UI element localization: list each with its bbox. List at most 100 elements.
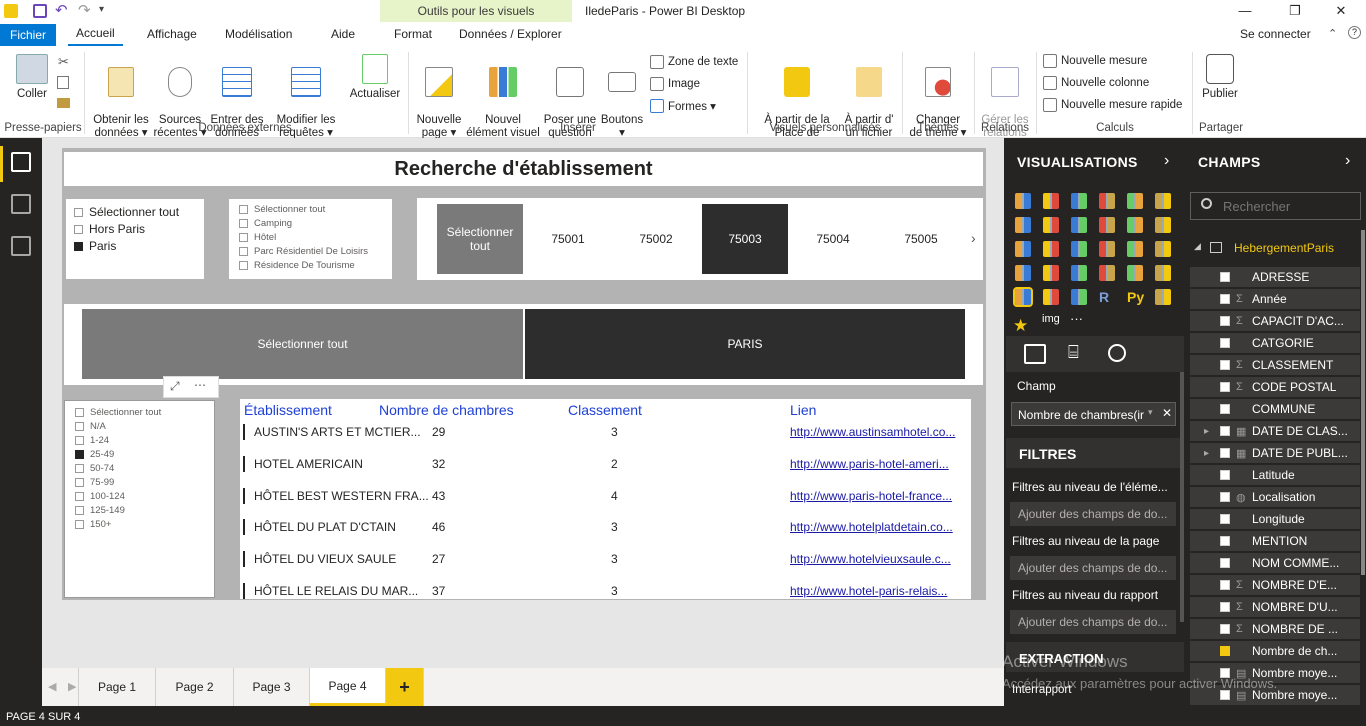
- slicer-option[interactable]: 75-99: [75, 476, 204, 490]
- checkbox[interactable]: [1220, 294, 1230, 304]
- field-item[interactable]: MENTION: [1190, 531, 1360, 551]
- table-name[interactable]: HebergementParis: [1234, 241, 1334, 255]
- format-painter-icon[interactable]: [57, 98, 70, 108]
- column-header[interactable]: Lien: [790, 402, 816, 418]
- field-item[interactable]: Σ NOMBRE D'U...: [1190, 597, 1360, 617]
- checkbox[interactable]: [1220, 514, 1230, 524]
- postal-tile-select-all[interactable]: Sélectionner tout: [437, 204, 523, 274]
- gauge-icon[interactable]: [1071, 265, 1087, 281]
- slicer-option[interactable]: Sélectionner tout: [74, 204, 196, 221]
- redo-icon[interactable]: ↷: [78, 1, 91, 19]
- shapes-button[interactable]: Formes ▾: [650, 99, 716, 113]
- field-item[interactable]: Σ CLASSEMENT: [1190, 355, 1360, 375]
- column-header[interactable]: Classement: [568, 402, 642, 418]
- page-tab[interactable]: Page 3: [234, 668, 310, 706]
- scatter-icon[interactable]: [1043, 241, 1059, 257]
- checkbox[interactable]: [239, 246, 248, 256]
- postal-tile-selected[interactable]: 75003: [702, 204, 788, 274]
- stacked-bar-icon[interactable]: [1015, 193, 1031, 209]
- get-data-button[interactable]: Obtenir les données ▾: [90, 54, 152, 140]
- field-item[interactable]: CATGORIE: [1190, 333, 1360, 353]
- slicer-option[interactable]: Parc Résidentiel De Loisirs: [239, 245, 382, 259]
- checkbox[interactable]: [1220, 426, 1230, 436]
- slicer-option[interactable]: 125-149: [75, 504, 204, 518]
- 100-bar-icon[interactable]: [1127, 193, 1143, 209]
- waterfall-icon[interactable]: [1015, 241, 1031, 257]
- quick-measure-button[interactable]: Nouvelle mesure rapide: [1043, 98, 1182, 112]
- page-tab[interactable]: Page 1: [78, 668, 156, 706]
- checkbox[interactable]: [75, 505, 84, 515]
- filled-map-icon[interactable]: [1015, 265, 1031, 281]
- city-tile-select-all[interactable]: Sélectionner tout: [82, 309, 523, 379]
- cell-link[interactable]: http://www.hotel-paris-relais...: [790, 584, 947, 598]
- checkbox[interactable]: [75, 407, 84, 417]
- star-icon[interactable]: ★: [1013, 317, 1031, 334]
- quick-access-menu-icon[interactable]: ▾: [99, 4, 104, 15]
- cell-link[interactable]: http://www.hotelvieuxsaule.c...: [790, 552, 951, 566]
- line-clustered-icon[interactable]: [1127, 217, 1143, 233]
- donut-chart-icon[interactable]: [1099, 241, 1115, 257]
- collapse-ribbon-icon[interactable]: ⌃: [1328, 27, 1337, 40]
- tab-fichier[interactable]: Fichier: [0, 24, 57, 46]
- kpi-icon[interactable]: [1155, 265, 1171, 281]
- add-field-drop-zone[interactable]: Ajouter des champs de do...: [1010, 610, 1176, 634]
- more-options-icon[interactable]: ⋯: [194, 378, 206, 392]
- add-field-drop-zone[interactable]: Ajouter des champs de do...: [1010, 502, 1176, 526]
- checkbox[interactable]: [75, 435, 84, 445]
- checkbox[interactable]: [1220, 338, 1230, 348]
- field-item[interactable]: ▸ ▦ DATE DE CLAS...: [1190, 421, 1360, 441]
- tab-donnees-explorer[interactable]: Données / Explorer: [451, 27, 570, 41]
- checkbox[interactable]: [1220, 404, 1230, 414]
- matrix-icon[interactable]: [1071, 289, 1087, 305]
- slicer-option[interactable]: N/A: [75, 420, 204, 434]
- search-input[interactable]: [1223, 197, 1353, 215]
- relationships-view-icon[interactable]: [11, 236, 31, 256]
- field-item[interactable]: ADRESSE: [1190, 267, 1360, 287]
- field-item[interactable]: Longitude: [1190, 509, 1360, 529]
- cell-link[interactable]: http://www.paris-hotel-france...: [790, 489, 952, 503]
- copy-icon[interactable]: [57, 76, 69, 89]
- slicer-option[interactable]: 25-49: [75, 448, 204, 462]
- field-item[interactable]: ▸ ▦ DATE DE PUBL...: [1190, 443, 1360, 463]
- publish-button[interactable]: Publier: [1196, 54, 1244, 101]
- tab-aide[interactable]: Aide: [323, 27, 363, 41]
- sign-in-link[interactable]: Se connecter: [1232, 27, 1319, 41]
- checkbox[interactable]: [1220, 690, 1230, 700]
- undo-icon[interactable]: ↶: [55, 1, 68, 19]
- field-item[interactable]: ◍ Localisation: [1190, 487, 1360, 507]
- checkbox[interactable]: [1220, 558, 1230, 568]
- cell-link[interactable]: http://www.austinsamhotel.co...: [790, 425, 955, 439]
- field-item[interactable]: Nombre de ch...: [1190, 641, 1360, 661]
- save-icon[interactable]: [33, 4, 47, 18]
- field-item[interactable]: Latitude: [1190, 465, 1360, 485]
- checkbox[interactable]: [75, 477, 84, 487]
- slicer-icon[interactable]: [1013, 287, 1033, 307]
- viz-pane-scrollbar[interactable]: [1180, 372, 1184, 622]
- fields-search[interactable]: [1190, 192, 1361, 220]
- checkbox[interactable]: [1220, 470, 1230, 480]
- field-item[interactable]: Σ CODE POSTAL: [1190, 377, 1360, 397]
- map-icon[interactable]: [1155, 241, 1171, 257]
- minimize-icon[interactable]: —: [1230, 3, 1260, 18]
- focus-mode-icon[interactable]: ⤢: [170, 379, 180, 394]
- chevron-right-icon[interactable]: ›: [971, 230, 976, 246]
- checkbox[interactable]: [1220, 448, 1230, 458]
- checkbox[interactable]: [1220, 360, 1230, 370]
- slicer-option[interactable]: 150+: [75, 518, 204, 532]
- page-tab[interactable]: Page 2: [156, 668, 234, 706]
- checkbox-checked[interactable]: [75, 449, 84, 459]
- area-chart-icon[interactable]: [1043, 217, 1059, 233]
- checkbox[interactable]: [239, 232, 248, 242]
- expand-icon[interactable]: ▸: [1204, 448, 1209, 459]
- funnel-icon[interactable]: [1043, 265, 1059, 281]
- globe-icon[interactable]: [1155, 289, 1171, 305]
- pie-chart-icon[interactable]: [1071, 241, 1087, 257]
- report-view-icon[interactable]: [11, 152, 31, 172]
- table-collapse-icon[interactable]: ◢: [1194, 241, 1201, 252]
- tab-affichage[interactable]: Affichage: [139, 27, 205, 41]
- field-well-value[interactable]: Nombre de chambres(ir ▾ ✕: [1011, 402, 1176, 426]
- checkbox[interactable]: [1220, 316, 1230, 326]
- line-column-icon[interactable]: [1099, 217, 1115, 233]
- collapse-pane-icon[interactable]: ›: [1164, 152, 1169, 170]
- checkbox[interactable]: [1220, 492, 1230, 502]
